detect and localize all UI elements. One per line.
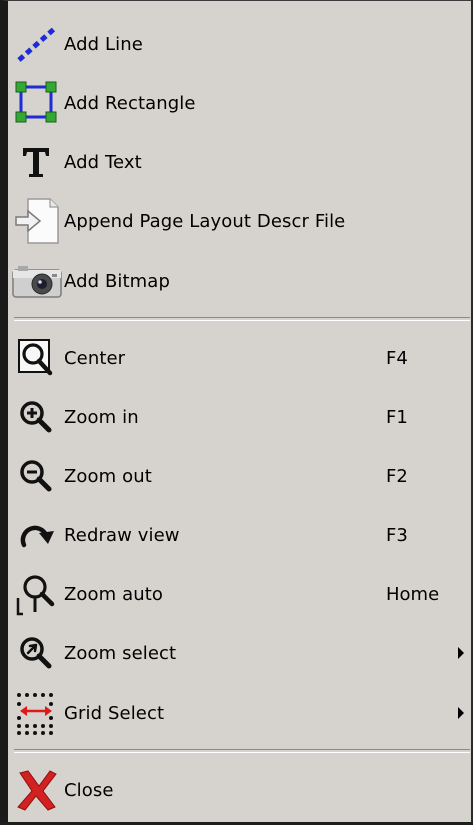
menu-item-label: Append Page Layout Descr File (64, 210, 346, 232)
menu-item-add-text[interactable]: Add Text (8, 134, 470, 190)
menu-item-label: Zoom auto (64, 583, 164, 605)
shortcut-label: Home (386, 583, 440, 605)
center-icon (8, 330, 64, 386)
menu-item-label: Add Rectangle (64, 92, 196, 114)
menu-item-label: Zoom in (64, 406, 139, 428)
menu-item-label: Zoom select (64, 642, 177, 664)
zoom-out-icon (8, 448, 64, 504)
menu-item-grid-select[interactable]: Grid Select (8, 685, 470, 741)
submenu-arrow-icon (458, 647, 464, 659)
close-icon (8, 762, 64, 818)
menu-item-append-page-layout[interactable]: Append Page Layout Descr File (8, 193, 470, 249)
shortcut-label: F3 (386, 524, 408, 546)
menu-item-add-rectangle[interactable]: Add Rectangle (8, 75, 470, 131)
menu-right-border (471, 0, 473, 825)
redraw-icon (8, 507, 64, 563)
menu-item-label: Add Line (64, 33, 143, 55)
shortcut-label: F2 (386, 465, 408, 487)
menu-item-add-bitmap[interactable]: Add Bitmap (8, 253, 470, 309)
menu-item-label: Add Text (64, 151, 142, 173)
zoom-select-icon (8, 625, 64, 681)
shortcut-label: F4 (386, 347, 408, 369)
menu-item-label: Add Bitmap (64, 270, 170, 292)
submenu-arrow-icon (458, 707, 464, 719)
add-text-icon (8, 134, 64, 190)
shortcut-label: F1 (386, 406, 408, 428)
menu-item-label: Grid Select (64, 702, 165, 724)
append-file-icon (8, 193, 64, 249)
menu-item-label: Center (64, 347, 126, 369)
camera-icon (8, 253, 64, 309)
menu-separator (14, 317, 470, 321)
grid-select-icon (8, 685, 64, 741)
zoom-auto-icon (8, 566, 64, 622)
menu-item-zoom-out[interactable]: Zoom out F2 (8, 448, 470, 504)
menu-item-close[interactable]: Close (8, 762, 470, 818)
zoom-in-icon (8, 389, 64, 445)
menu-item-label: Redraw view (64, 524, 180, 546)
menu-item-zoom-select[interactable]: Zoom select (8, 625, 470, 681)
menu-item-center[interactable]: Center F4 (8, 330, 470, 386)
menu-item-label: Zoom out (64, 465, 152, 487)
menu-item-zoom-in[interactable]: Zoom in F1 (8, 389, 470, 445)
menu-item-redraw-view[interactable]: Redraw view F3 (8, 507, 470, 563)
menu-item-zoom-auto[interactable]: Zoom auto Home (8, 566, 470, 622)
add-rectangle-icon (8, 75, 64, 131)
menu-item-label: Close (64, 779, 114, 801)
menu-separator (14, 749, 470, 753)
add-line-icon (8, 16, 64, 72)
menu-item-add-line[interactable]: Add Line (8, 16, 470, 72)
